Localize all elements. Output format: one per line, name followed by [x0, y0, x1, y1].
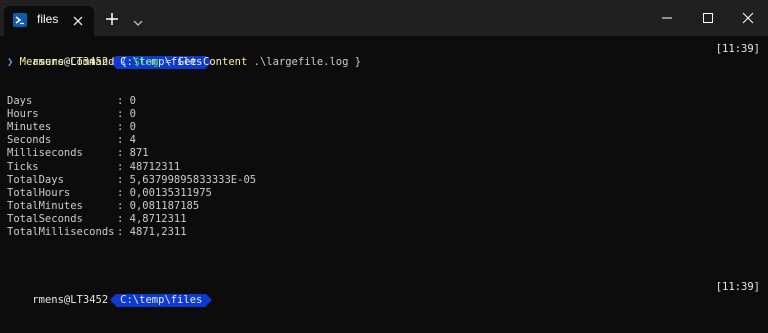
tab-files[interactable]: files	[4, 6, 94, 36]
output-property-name: TotalDays	[7, 173, 64, 186]
output-row: Minutes: 0	[7, 121, 760, 134]
output-row: TotalMilliseconds: 4871,2311	[7, 226, 760, 239]
prompt-line: rmens@LT3452 C:\temp\files [11:39]	[7, 281, 760, 307]
output-property-value: 4	[129, 134, 136, 147]
close-tab-icon[interactable]	[71, 13, 85, 27]
output-property-value: 871	[129, 147, 149, 160]
prompt-path: C:\temp\files	[110, 294, 213, 307]
output-property-name: Ticks	[7, 160, 39, 173]
output-property-name: Hours	[7, 108, 39, 121]
command-variable: $log	[133, 56, 159, 68]
output-property-name: Minutes	[7, 121, 52, 134]
output-separator: :	[117, 108, 130, 121]
output-separator: :	[117, 160, 130, 173]
title-bar: files	[0, 0, 768, 36]
output-property-name: Milliseconds	[7, 147, 83, 160]
output-row: Milliseconds: 871	[7, 147, 760, 160]
output-property-name: TotalSeconds	[7, 212, 83, 225]
output-property-value: 5,63799895833333E-05	[129, 173, 257, 186]
maximize-icon[interactable]	[701, 10, 715, 24]
command-close-brace: }	[354, 56, 362, 68]
output-separator: :	[117, 199, 130, 212]
prompt-user-host: rmens@LT3452	[32, 294, 109, 306]
minimize-icon[interactable]	[660, 10, 674, 24]
output-property-name: TotalHours	[7, 186, 71, 199]
tab-title: files	[37, 12, 59, 26]
close-window-icon[interactable]	[741, 10, 755, 24]
output-separator: :	[117, 134, 130, 147]
prompt-chevron: ❯	[7, 56, 14, 68]
command-line: ❯ Measure-Command { $log = Get-Content .…	[7, 56, 760, 69]
output-row: TotalMinutes: 0,081187185	[7, 200, 760, 213]
command-argument: .\largefile.log	[253, 56, 349, 68]
output-separator: :	[117, 147, 130, 160]
output-row: TotalHours: 0,00135311975	[7, 187, 760, 200]
output-row: Hours: 0	[7, 108, 760, 121]
new-tab-plus-icon[interactable]	[104, 11, 120, 27]
output-property-name: TotalMilliseconds	[7, 226, 115, 238]
output-separator: :	[117, 212, 130, 225]
output-property-value: 0	[129, 108, 136, 121]
command-equals: =	[165, 56, 172, 68]
output-property-value: 4,8712311	[129, 212, 187, 225]
output-separator: :	[117, 226, 130, 238]
command-inner-cmdlet: Get-Content	[177, 56, 248, 68]
output-property-value: 48712311	[129, 160, 181, 173]
powershell-icon	[13, 13, 27, 27]
output-row: TotalSeconds: 4,8712311	[7, 213, 760, 226]
command-cmdlet: Measure-Command	[19, 56, 115, 68]
output-property-value: 0,081187185	[129, 199, 200, 212]
output-separator: :	[117, 95, 130, 107]
output-row: TotalDays: 5,63799895833333E-05	[7, 174, 760, 187]
output-separator: :	[117, 121, 130, 134]
output-row: Seconds: 4	[7, 134, 760, 147]
chevron-down-icon[interactable]	[132, 14, 144, 26]
prompt-time: [11:39]	[715, 281, 760, 293]
output-property-value: 0	[129, 121, 136, 134]
prompt-time: [11:39]	[715, 43, 760, 55]
output-row: Ticks: 48712311	[7, 161, 760, 174]
command-open-brace: {	[120, 56, 128, 68]
output-property-name: Days	[7, 95, 33, 107]
output-row: Days: 0	[7, 95, 760, 108]
output-property-value: 0,00135311975	[129, 186, 212, 199]
output-separator: :	[117, 186, 130, 199]
prompt-line: rmens@LT3452 C:\temp\files [11:39]	[7, 43, 760, 69]
output-separator: :	[117, 173, 130, 186]
output-property-name: Seconds	[7, 134, 52, 147]
output-property-value: 4871,2311	[129, 226, 187, 238]
terminal-area[interactable]: rmens@LT3452 C:\temp\files [11:39] ❯ Meas…	[0, 36, 768, 307]
output-property-value: 0	[129, 95, 136, 107]
output-property-name: TotalMinutes	[7, 199, 83, 212]
